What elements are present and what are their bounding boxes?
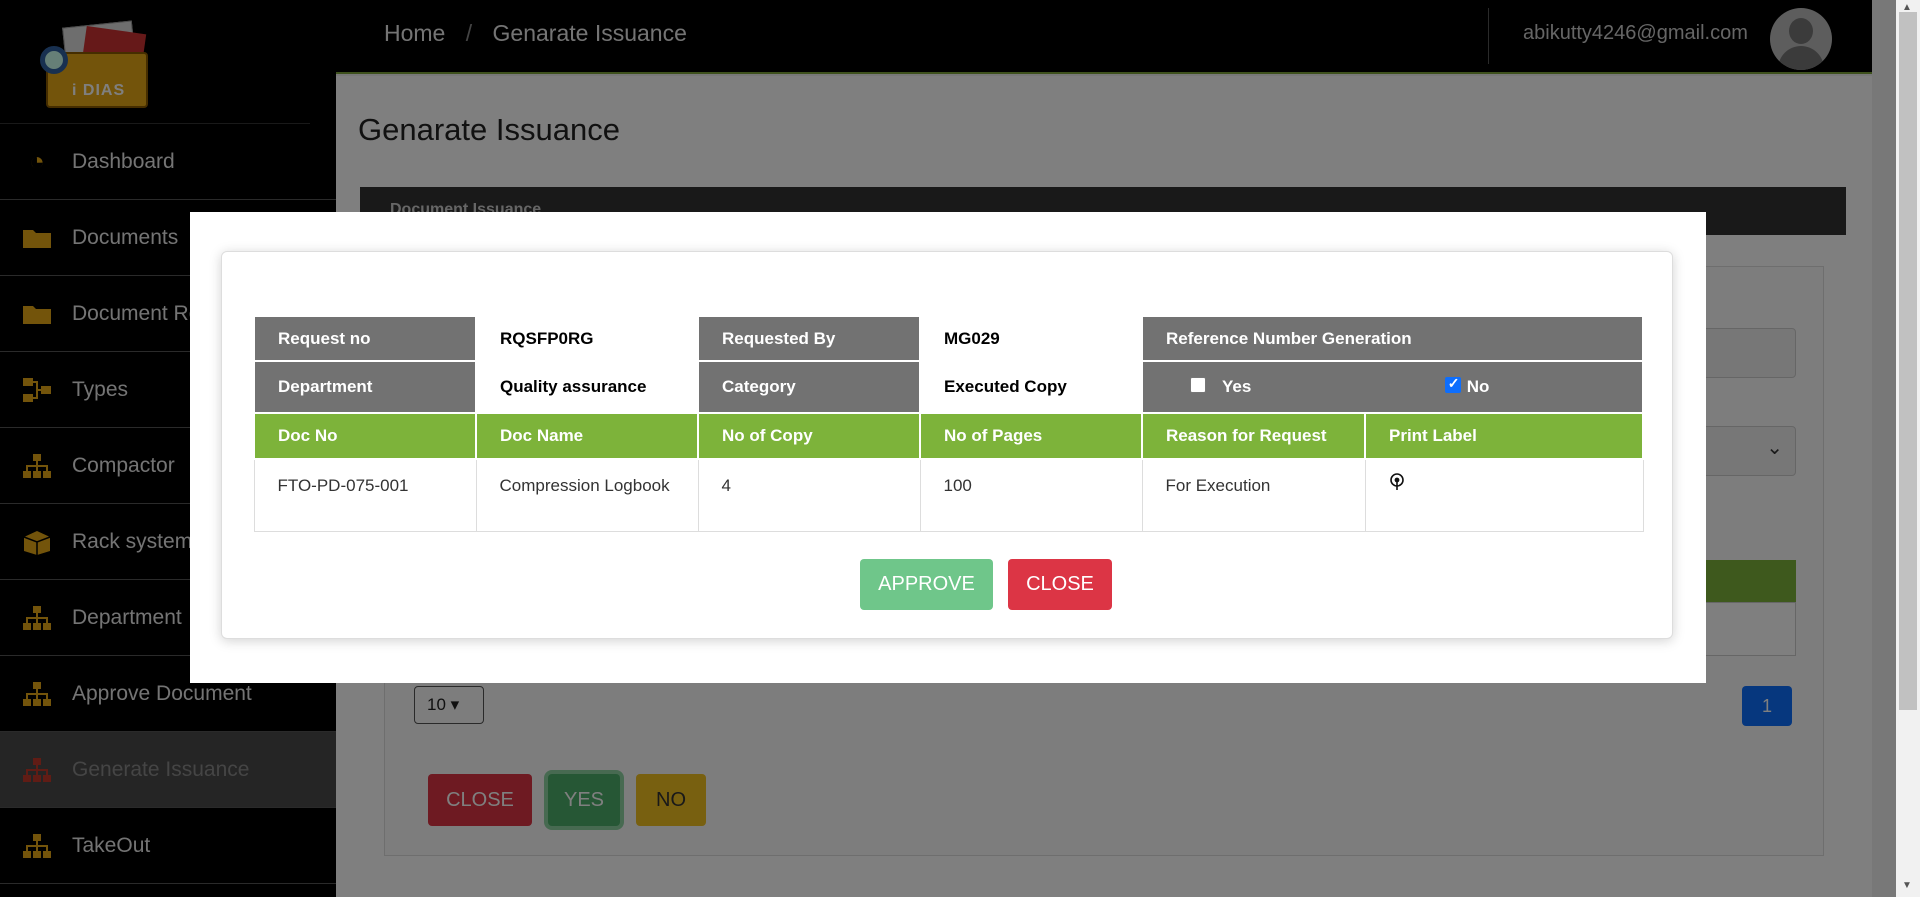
col-no-of-copy: No of Copy	[697, 412, 921, 460]
cell-no-of-pages: 100	[919, 458, 1143, 532]
value-department: Quality assurance	[475, 360, 699, 414]
page-scrollbar[interactable]: ▲ ▼	[1896, 0, 1920, 897]
cell-doc-no: FTO-PD-075-001	[253, 458, 477, 532]
ref-gen-options: Yes No	[1140, 360, 1645, 414]
value-category: Executed Copy	[919, 360, 1143, 414]
issuance-modal: Request no RQSFP0RG Requested By MG029 R…	[190, 212, 1706, 683]
scrollbar-thumb[interactable]	[1899, 12, 1917, 710]
col-doc-no: Doc No	[253, 412, 477, 460]
col-print-label: Print Label	[1363, 412, 1645, 460]
modal-card: Request no RQSFP0RG Requested By MG029 R…	[221, 251, 1673, 639]
ref-gen-no-checkbox[interactable]	[1444, 375, 1461, 393]
items-table-header: Doc No Doc Name No of Copy No of Pages R…	[253, 412, 1645, 460]
value-requested-by: MG029	[919, 315, 1143, 362]
col-reason: Reason for Request	[1141, 412, 1366, 460]
label-requested-by: Requested By	[697, 315, 921, 362]
label-department: Department	[253, 360, 477, 414]
cell-reason: For Execution	[1141, 458, 1366, 532]
value-request-no: RQSFP0RG	[475, 315, 699, 362]
col-doc-name: Doc Name	[475, 412, 699, 460]
ref-gen-yes-label: Yes	[1222, 377, 1252, 396]
scroll-down-icon[interactable]: ▼	[1902, 880, 1912, 891]
print-label-icon[interactable]	[1389, 473, 1405, 495]
approve-button[interactable]: APPROVE	[860, 559, 993, 610]
ref-gen-yes-checkbox[interactable]	[1190, 377, 1206, 393]
label-ref-number-generation: Reference Number Generation	[1140, 315, 1645, 362]
ref-gen-no-label: No	[1466, 377, 1490, 396]
label-request-no: Request no	[253, 315, 477, 362]
request-details-table: Request no RQSFP0RG Requested By MG029 R…	[253, 315, 1645, 532]
cell-doc-name: Compression Logbook	[475, 458, 699, 532]
label-category: Category	[697, 360, 921, 414]
modal-close-button[interactable]: CLOSE	[1008, 559, 1112, 610]
cell-print-label	[1364, 458, 1644, 532]
col-no-of-pages: No of Pages	[919, 412, 1143, 460]
cell-no-of-copy: 4	[697, 458, 921, 532]
table-row: FTO-PD-075-001 Compression Logbook 4 100…	[253, 458, 1644, 532]
